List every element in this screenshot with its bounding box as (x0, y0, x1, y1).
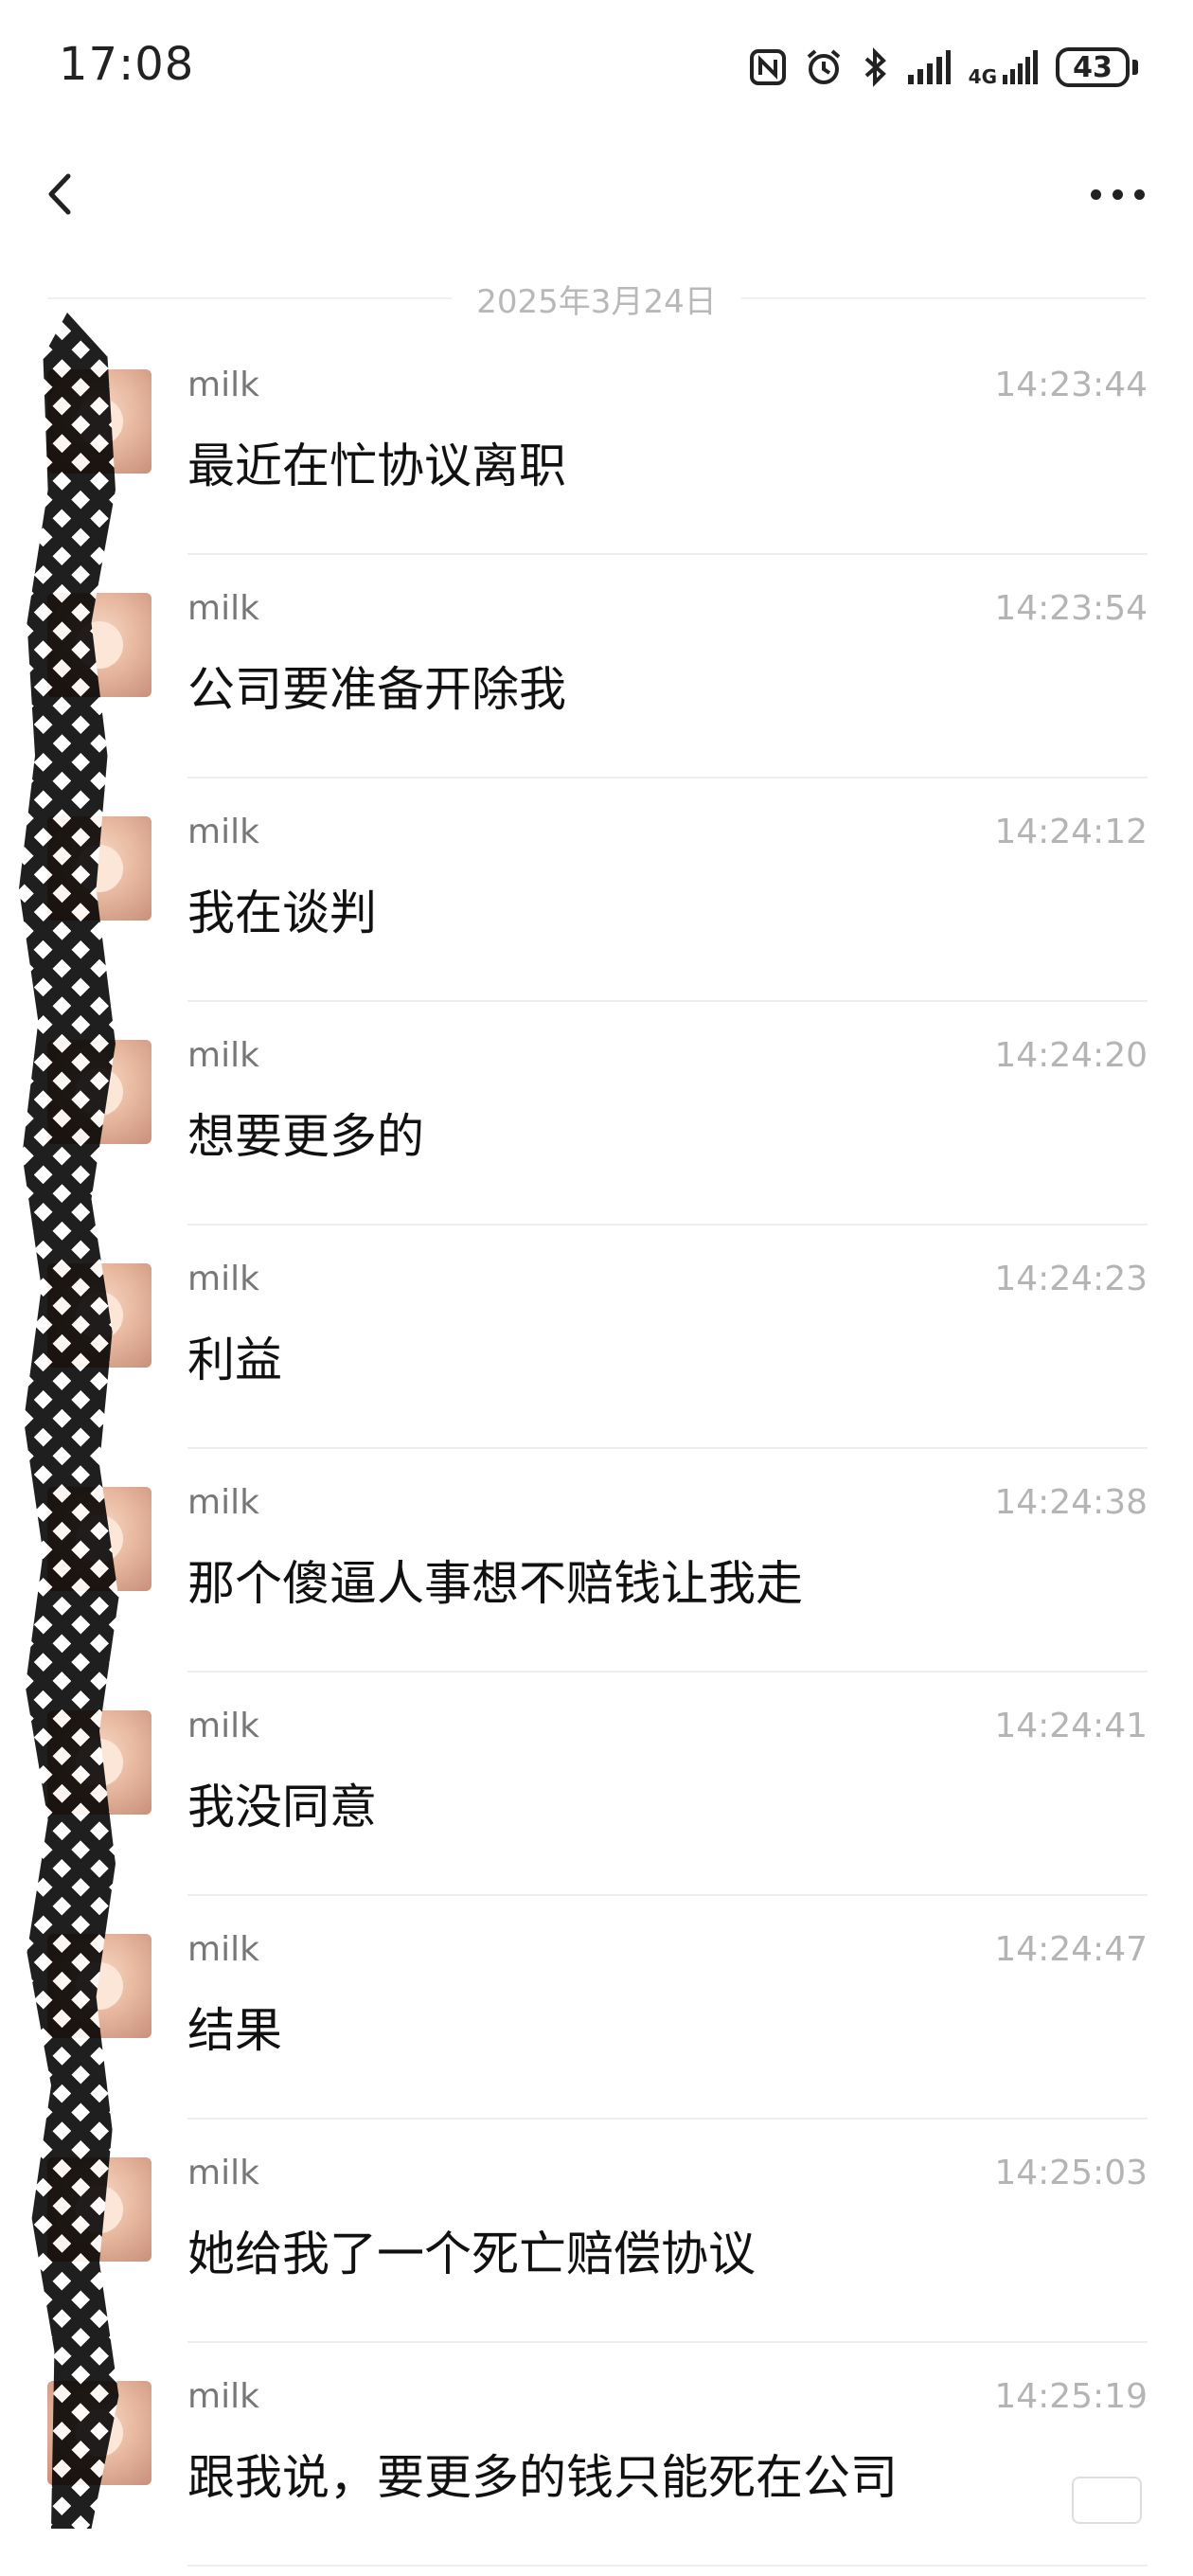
sender-name: milk (187, 2154, 259, 2192)
sender-name: milk (187, 1036, 259, 1075)
date-divider: 2025年3月24日 (47, 270, 1146, 327)
message-text: 结果 (187, 2003, 282, 2058)
message-text: 跟我说，要更多的钱只能死在公司 (187, 2450, 898, 2505)
date-label: 2025年3月24日 (476, 282, 717, 321)
message-list[interactable]: milk 14:23:44 最近在忙协议离职 milk 14:23:54 公司要… (0, 331, 1193, 2567)
sender-name: milk (187, 1483, 259, 1522)
message-time: 14:24:12 (994, 813, 1148, 851)
sender-name: milk (187, 589, 259, 628)
status-icons: 4G 43 (749, 42, 1138, 93)
message-text: 那个傻逼人事想不赔钱让我走 (187, 1556, 803, 1611)
more-options-button[interactable] (1070, 161, 1165, 227)
sender-name: milk (187, 813, 259, 851)
message-time: 14:25:19 (994, 2377, 1148, 2416)
back-button[interactable] (28, 161, 95, 227)
message-row[interactable]: milk 14:23:54 公司要准备开除我 (0, 555, 1193, 778)
message-row[interactable]: milk 14:24:23 利益 (0, 1225, 1193, 1449)
message-row[interactable]: milk 14:23:44 最近在忙协议离职 (0, 331, 1193, 555)
network-label: 4G (968, 65, 997, 88)
message-row[interactable]: milk 14:25:03 她给我了一个死亡赔偿协议 (0, 2120, 1193, 2343)
signal-4g-icon: 4G (969, 48, 1039, 86)
bluetooth-icon (861, 47, 889, 87)
message-row[interactable]: milk 14:24:38 那个傻逼人事想不赔钱让我走 (0, 1449, 1193, 1673)
nav-bar (0, 142, 1193, 246)
message-row[interactable]: milk 14:24:20 想要更多的 (0, 1002, 1193, 1225)
watermark-logo (1072, 2477, 1142, 2524)
message-time: 14:25:03 (994, 2154, 1148, 2192)
message-time: 14:24:41 (994, 1707, 1148, 1745)
message-text: 公司要准备开除我 (187, 662, 566, 717)
sender-name: milk (187, 1707, 259, 1745)
message-text: 利益 (187, 1333, 282, 1387)
sender-name: milk (187, 1260, 259, 1298)
message-time: 14:23:54 (994, 589, 1148, 628)
signal-icon (906, 48, 952, 86)
sender-name: milk (187, 366, 259, 404)
message-time: 14:24:23 (994, 1260, 1148, 1298)
message-text: 想要更多的 (187, 1109, 424, 1164)
message-row[interactable]: milk 14:25:19 跟我说，要更多的钱只能死在公司 (0, 2343, 1193, 2567)
chevron-left-icon (48, 173, 71, 215)
message-row[interactable]: milk 14:24:41 我没同意 (0, 1673, 1193, 1896)
message-text: 她给我了一个死亡赔偿协议 (187, 2227, 756, 2281)
alarm-icon (804, 47, 844, 87)
message-row[interactable]: milk 14:24:47 结果 (0, 1896, 1193, 2120)
message-time: 14:23:44 (994, 366, 1148, 404)
message-text: 最近在忙协议离职 (187, 438, 566, 493)
battery-icon: 43 (1056, 47, 1138, 87)
message-row[interactable]: milk 14:24:12 我在谈判 (0, 778, 1193, 1002)
status-bar: 17:08 4G 43 (0, 0, 1193, 142)
message-time: 14:24:20 (994, 1036, 1148, 1075)
sender-name: milk (187, 1930, 259, 1969)
message-text: 我没同意 (187, 1780, 377, 1834)
battery-level: 43 (1056, 47, 1130, 87)
more-horizontal-icon (1090, 188, 1101, 200)
message-time: 14:24:38 (994, 1483, 1148, 1522)
sender-name: milk (187, 2377, 259, 2416)
nfc-icon (749, 48, 787, 86)
message-text: 我在谈判 (187, 886, 377, 940)
status-time: 17:08 (59, 38, 195, 91)
message-time: 14:24:47 (994, 1930, 1148, 1969)
